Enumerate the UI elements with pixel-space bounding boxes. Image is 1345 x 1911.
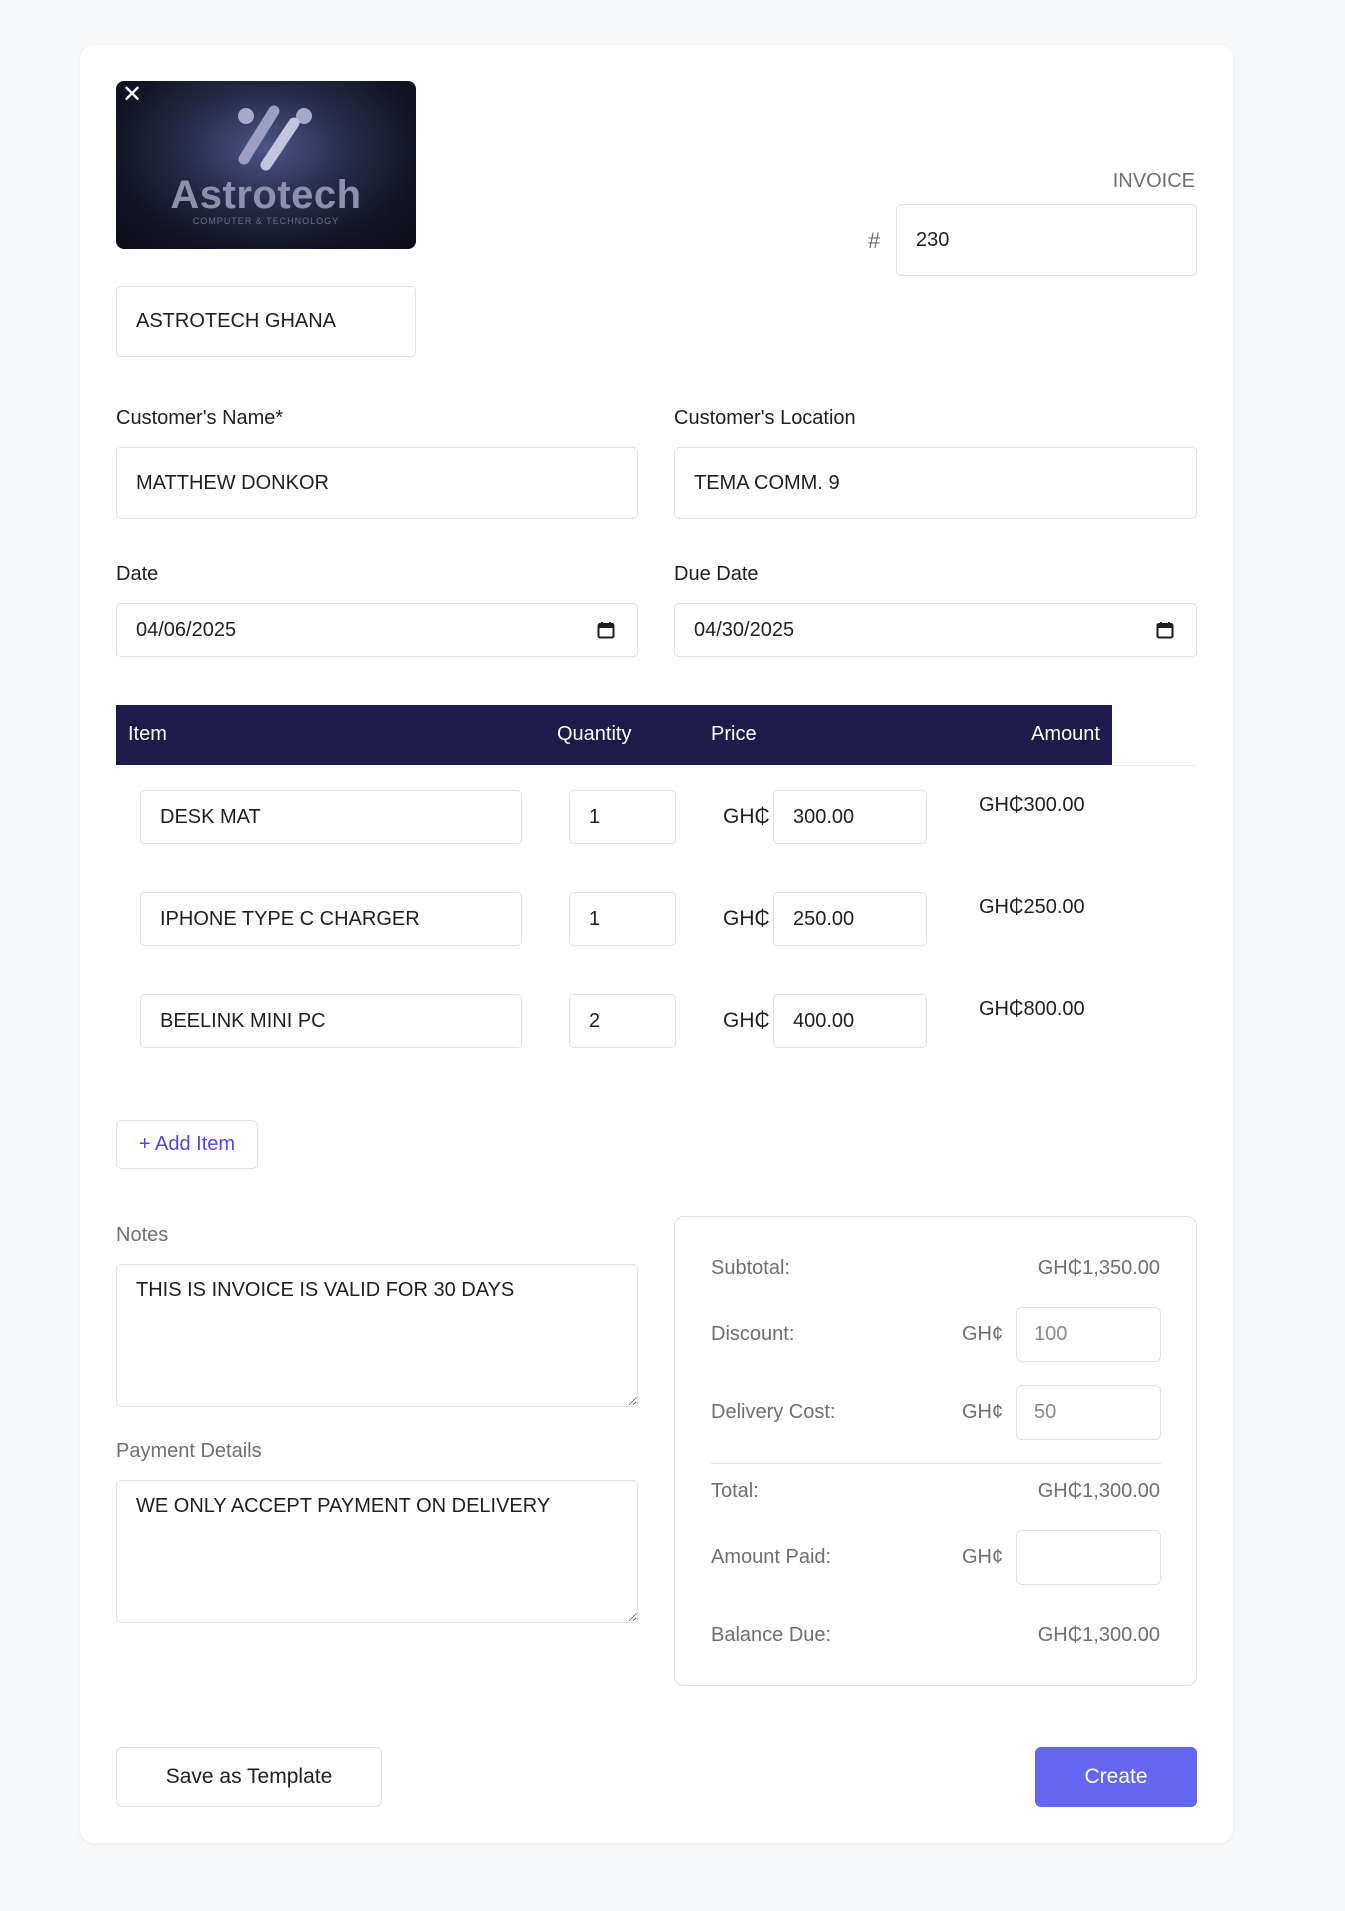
subtotal-label: Subtotal: [711,1257,790,1279]
logo-mark-icon [238,105,312,171]
item-quantity-input[interactable]: 1 [569,892,676,946]
customer-location-label: Customer's Location [674,407,856,429]
payment-details-label: Payment Details [116,1440,262,1462]
amount-paid-input[interactable] [1016,1530,1161,1585]
discount-currency: GH¢ [962,1323,1004,1345]
invoice-label: INVOICE [1112,170,1195,192]
delivery-cost-input[interactable]: 50 [1016,1385,1161,1440]
item-name-input[interactable]: DESK MAT [140,790,522,844]
header-amount: Amount [1031,723,1100,745]
table-divider [1112,765,1197,766]
discount-value: 100 [1034,1323,1068,1345]
item-price-value: 250.00 [793,907,855,930]
customer-name-input[interactable]: MATTHEW DONKOR [116,447,638,519]
total-label: Total: [711,1480,759,1502]
customer-location-input[interactable]: TEMA COMM. 9 [674,447,1197,519]
item-price-value: 300.00 [793,805,855,828]
discount-label: Discount: [711,1323,795,1345]
date-value: 04/06/2025 [136,618,237,641]
item-name-value: DESK MAT [160,805,261,828]
due-date-value: 04/30/2025 [694,618,795,641]
item-name-value: IPHONE TYPE C CHARGER [160,907,420,930]
notes-label: Notes [116,1224,169,1246]
item-name-input[interactable]: IPHONE TYPE C CHARGER [140,892,522,946]
balance-due-value: GH₵1,300.00 [1037,1624,1160,1646]
item-quantity-input[interactable]: 2 [569,994,676,1048]
price-currency: GH₵ [723,1009,770,1032]
invoice-hash: # [868,228,881,253]
calendar-icon[interactable] [597,621,615,639]
header-price: Price [711,723,757,745]
invoice-number-value: 230 [916,228,950,251]
delivery-cost-label: Delivery Cost: [711,1401,836,1423]
invoice-number-input[interactable]: 230 [896,204,1197,276]
customer-name-label: Customer's Name* [116,407,284,429]
company-name-value: ASTROTECH GHANA [136,310,337,332]
item-price-input[interactable]: 250.00 [773,892,927,946]
item-quantity-value: 1 [589,805,601,828]
items-table-header: Item Quantity Price Amount [116,705,1112,765]
total-value: GH₵1,300.00 [1037,1480,1160,1502]
date-label: Date [116,563,159,585]
price-currency: GH₵ [723,907,770,930]
payment-details-textarea[interactable]: WE ONLY ACCEPT PAYMENT ON DELIVERY [116,1480,638,1623]
delivery-cost-currency: GH¢ [962,1401,1004,1423]
subtotal-value: GH₵1,350.00 [1037,1257,1160,1279]
item-name-input[interactable]: BEELINK MINI PC [140,994,522,1048]
item-name-value: BEELINK MINI PC [160,1009,326,1032]
customer-name-value: MATTHEW DONKOR [136,471,329,494]
date-input[interactable]: 04/06/2025 [116,603,638,657]
remove-logo-icon[interactable]: ✕ [122,83,142,107]
create-button[interactable]: Create [1035,1747,1197,1807]
item-quantity-value: 2 [589,1009,601,1032]
delivery-cost-value: 50 [1034,1401,1057,1423]
amount-paid-currency: GH¢ [962,1546,1004,1568]
item-price-value: 400.00 [793,1009,855,1032]
header-quantity: Quantity [557,723,632,745]
item-quantity-input[interactable]: 1 [569,790,676,844]
customer-location-value: TEMA COMM. 9 [694,471,840,494]
invoice-summary: Subtotal: GH₵1,350.00 Discount: GH¢ 100 … [674,1216,1197,1686]
discount-input[interactable]: 100 [1016,1307,1161,1362]
item-price-input[interactable]: 400.00 [773,994,927,1048]
header-item: Item [128,723,167,745]
logo-wordmark: Astrotech [170,173,362,217]
item-amount: GH₵800.00 [979,998,1085,1020]
amount-paid-label: Amount Paid: [711,1546,832,1568]
price-currency: GH₵ [723,805,770,828]
item-price-input[interactable]: 300.00 [773,790,927,844]
due-date-label: Due Date [674,563,759,585]
due-date-input[interactable]: 04/30/2025 [674,603,1197,657]
company-logo: ✕ Astrotech COMPUTER & TECHNOLOGY [116,81,416,249]
item-quantity-value: 1 [589,907,601,930]
save-template-button[interactable]: Save as Template [116,1747,382,1807]
company-name-input[interactable]: ASTROTECH GHANA [116,286,416,357]
add-item-button[interactable]: + Add Item [116,1120,258,1169]
notes-textarea[interactable]: THIS IS INVOICE IS VALID FOR 30 DAYS [116,1264,638,1407]
logo-tagline: COMPUTER & TECHNOLOGY [192,216,340,226]
balance-due-label: Balance Due: [711,1624,832,1646]
item-amount: GH₵300.00 [979,794,1085,816]
summary-divider [711,1463,1161,1464]
calendar-icon[interactable] [1156,621,1174,639]
item-amount: GH₵250.00 [979,896,1085,918]
